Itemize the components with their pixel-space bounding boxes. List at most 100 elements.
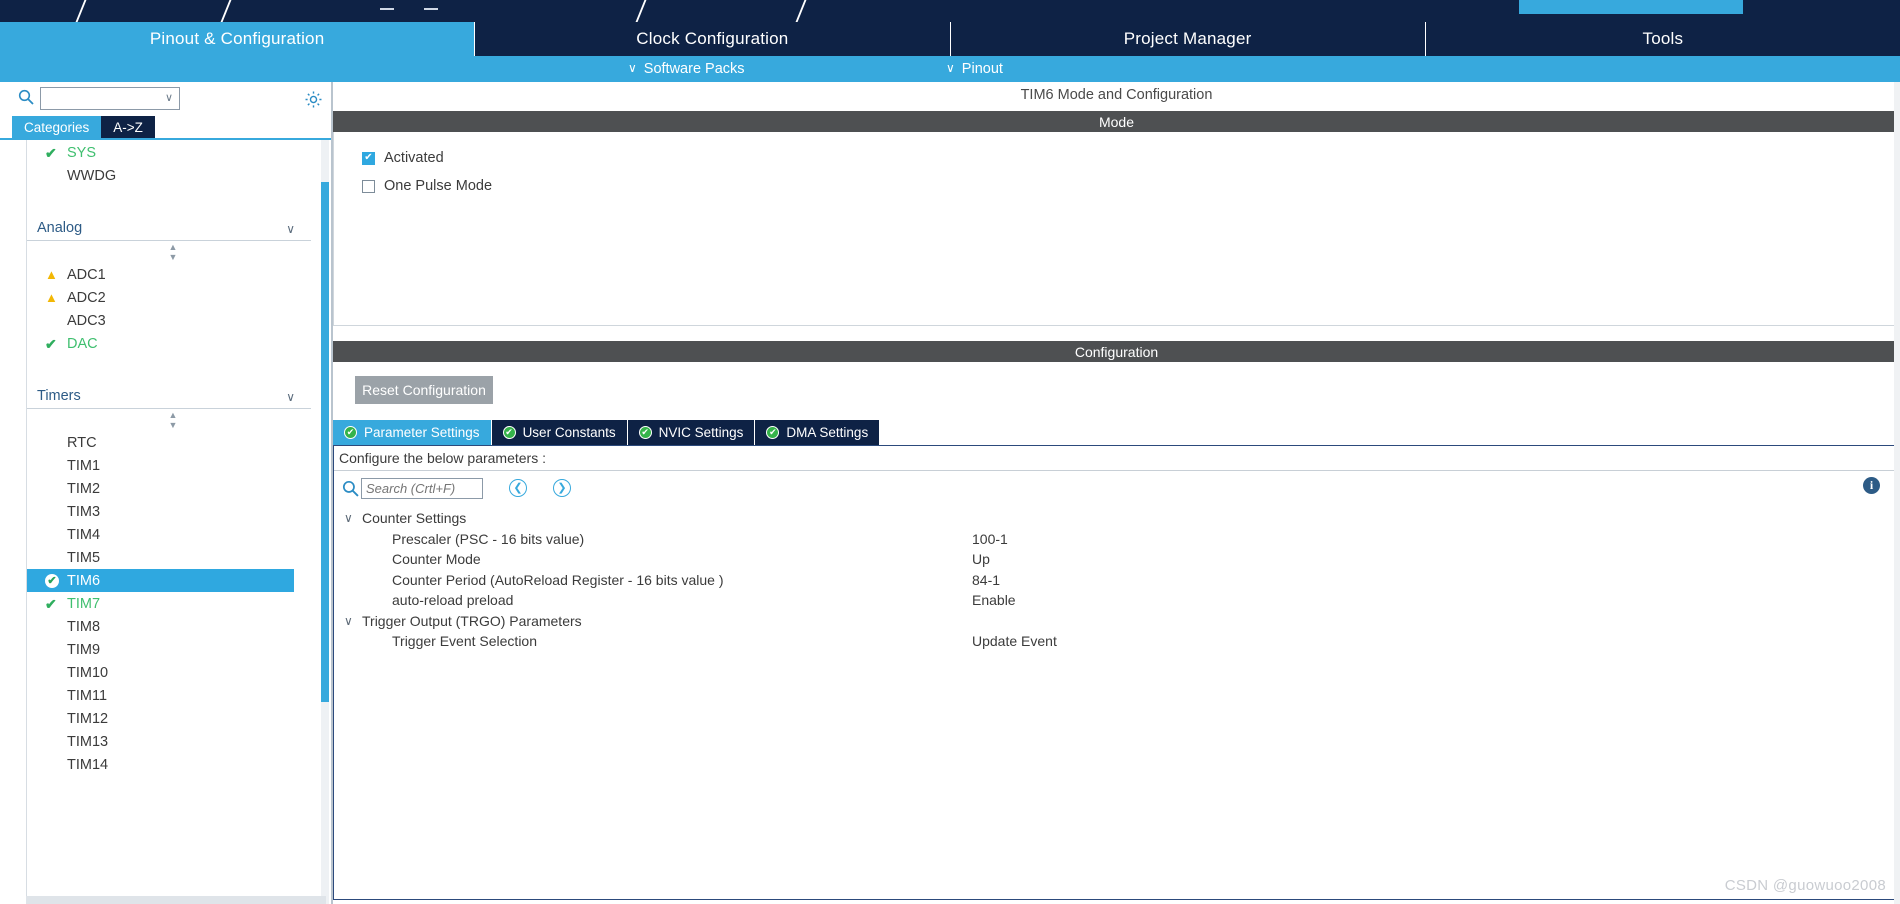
list-item-label: TIM9 <box>67 641 101 658</box>
parameter-group-trgo[interactable]: ∨ Trigger Output (TRGO) Parameters <box>334 611 1894 632</box>
configuration-section-header: Configuration <box>333 341 1900 362</box>
parameter-search-row: ❮ ❯ <box>342 475 571 501</box>
tab-dma-settings[interactable]: ✔ DMA Settings <box>755 420 880 445</box>
tab-nvic-settings[interactable]: ✔ NVIC Settings <box>627 420 755 445</box>
peripheral-search-combo[interactable]: ∨ <box>40 87 180 110</box>
sidebar-item-tim6[interactable]: ✔ TIM6 <box>27 569 294 592</box>
group-header-timers[interactable]: Timers ∨ <box>27 367 311 409</box>
list-item-label: WWDG <box>67 167 117 184</box>
tab-project-manager[interactable]: Project Manager <box>950 22 1426 56</box>
list-item-label: ADC1 <box>67 266 106 283</box>
pinout-menu[interactable]: ∨ Pinout <box>946 61 1003 77</box>
sidebar-item-tim9[interactable]: TIM9 <box>27 638 318 661</box>
sidebar-tab-categories[interactable]: Categories <box>12 116 102 138</box>
parameter-group-label: Counter Settings <box>362 510 467 527</box>
sidebar-search-row: ∨ <box>0 82 333 116</box>
sidebar-item-tim5[interactable]: TIM5 <box>27 546 318 569</box>
sidebar-item-tim4[interactable]: TIM4 <box>27 523 318 546</box>
parameter-group-counter-settings[interactable]: ∨ Counter Settings <box>334 508 1894 529</box>
gear-icon[interactable] <box>304 90 323 109</box>
sidebar-item-tim14[interactable]: TIM14 <box>27 753 318 776</box>
list-item-label: RTC <box>67 434 97 451</box>
list-item-label: TIM11 <box>67 687 108 704</box>
parameter-row-counter-period[interactable]: Counter Period (AutoReload Register - 16… <box>334 570 1894 591</box>
parameter-name: auto-reload preload <box>392 592 514 609</box>
sidebar-item-tim2[interactable]: TIM2 <box>27 477 318 500</box>
parameter-row-auto-reload-preload[interactable]: auto-reload preload Enable <box>334 590 1894 611</box>
sidebar-item-dac[interactable]: ✔ DAC <box>27 332 318 355</box>
tab-clock-configuration[interactable]: Clock Configuration <box>475 22 951 56</box>
maximize-icon[interactable] <box>424 8 438 10</box>
checkbox-checked-icon[interactable] <box>362 151 375 165</box>
sidebar-scrollbar-thumb[interactable] <box>321 182 329 702</box>
parameter-value[interactable]: 84-1 <box>972 572 1000 588</box>
parameter-value[interactable]: Update Event <box>972 633 1057 649</box>
one-pulse-mode-checkbox-row[interactable]: One Pulse Mode <box>362 178 492 194</box>
sidebar-tab-a-to-z[interactable]: A->Z <box>101 116 155 138</box>
tab-label: NVIC Settings <box>658 425 744 440</box>
info-icon[interactable]: i <box>1863 477 1880 494</box>
sidebar-item-tim11[interactable]: TIM11 <box>27 684 318 707</box>
list-item-label: DAC <box>67 335 98 352</box>
sidebar-item-tim8[interactable]: TIM8 <box>27 615 318 638</box>
stm32cubemx-window: Pinout & Configuration Clock Configurati… <box>0 0 1900 904</box>
parameter-value[interactable]: Enable <box>972 592 1016 608</box>
one-pulse-mode-label: One Pulse Mode <box>384 178 493 194</box>
checkbox-unchecked-icon[interactable] <box>362 179 375 193</box>
group-header-analog[interactable]: Analog ∨ <box>27 199 311 241</box>
sidebar-view-tabs: Categories A->Z <box>12 116 155 138</box>
check-circle-icon: ✔ <box>344 426 357 439</box>
list-item-label: ADC3 <box>67 312 106 329</box>
tab-pinout-configuration[interactable]: Pinout & Configuration <box>0 22 476 56</box>
sidebar-item-tim10[interactable]: TIM10 <box>27 661 318 684</box>
activated-checkbox-row[interactable]: Activated <box>362 150 444 166</box>
software-packs-menu[interactable]: ∨ Software Packs <box>628 61 745 77</box>
sidebar-item-tim13[interactable]: TIM13 <box>27 730 318 753</box>
scroll-spinner-timers[interactable]: ▲ ▼ <box>27 409 318 431</box>
sidebar-item-tim3[interactable]: TIM3 <box>27 500 318 523</box>
sidebar-item-adc2[interactable]: ▲ ADC2 <box>27 286 318 309</box>
tab-user-constants[interactable]: ✔ User Constants <box>491 420 627 445</box>
list-item-label: TIM2 <box>67 480 101 497</box>
chevron-right-circle-icon[interactable]: ❯ <box>553 479 571 497</box>
group-title: Analog <box>37 220 83 236</box>
right-scrollbar[interactable] <box>1894 82 1900 904</box>
chevron-down-icon[interactable]: ∨ <box>165 93 173 104</box>
check-icon: ✔ <box>45 595 57 612</box>
peripheral-tree: ✔ SYS WWDG Analog ∨ ▲ ▼ ▲ ADC1 ▲ ADC2 AD… <box>26 140 318 904</box>
main-body: ∨ Categories A->Z ✔ SYS WWDG Analog ∨ ▲ … <box>0 82 1900 904</box>
chrome-slash-3 <box>635 0 647 22</box>
sidebar-item-tim1[interactable]: TIM1 <box>27 454 318 477</box>
parameter-row-trigger-event-selection[interactable]: Trigger Event Selection Update Event <box>334 631 1894 652</box>
list-item-label: TIM10 <box>67 664 109 681</box>
warning-icon: ▲ <box>45 267 58 282</box>
chevron-left-circle-icon[interactable]: ❮ <box>509 479 527 497</box>
sidebar-horizontal-scrollbar[interactable] <box>26 896 326 904</box>
tab-label: Tools <box>1642 29 1684 48</box>
reset-configuration-button[interactable]: Reset Configuration <box>355 376 493 404</box>
sidebar-item-adc1[interactable]: ▲ ADC1 <box>27 263 318 286</box>
scroll-spinner-analog[interactable]: ▲ ▼ <box>27 241 318 263</box>
sidebar-item-adc3[interactable]: ADC3 <box>27 309 318 332</box>
parameter-row-counter-mode[interactable]: Counter Mode Up <box>334 549 1894 570</box>
parameter-value[interactable]: 100-1 <box>972 531 1008 547</box>
chevron-down-icon: ∨ <box>286 222 295 236</box>
check-circle-icon: ✔ <box>502 426 516 439</box>
tab-label: Categories <box>24 119 90 135</box>
minimize-icon[interactable] <box>380 8 394 10</box>
chrome-slash-2 <box>220 0 232 22</box>
parameter-search-input[interactable] <box>361 477 483 499</box>
parameter-row-prescaler[interactable]: Prescaler (PSC - 16 bits value) 100-1 <box>334 529 1894 550</box>
search-icon <box>18 89 34 105</box>
parameter-name: Prescaler (PSC - 16 bits value) <box>392 530 585 547</box>
group-title: Timers <box>37 388 81 404</box>
sidebar-item-tim12[interactable]: TIM12 <box>27 707 318 730</box>
tab-tools[interactable]: Tools <box>1425 22 1900 56</box>
sidebar-item-rtc[interactable]: RTC <box>27 431 318 454</box>
tab-parameter-settings[interactable]: ✔ Parameter Settings <box>333 420 491 445</box>
sidebar-item-wwdg[interactable]: WWDG <box>27 164 318 187</box>
sidebar-item-sys[interactable]: ✔ SYS <box>27 141 318 164</box>
parameter-value[interactable]: Up <box>972 551 990 567</box>
sidebar-item-tim7[interactable]: ✔ TIM7 <box>27 592 318 615</box>
peripheral-search-input[interactable] <box>41 88 159 109</box>
